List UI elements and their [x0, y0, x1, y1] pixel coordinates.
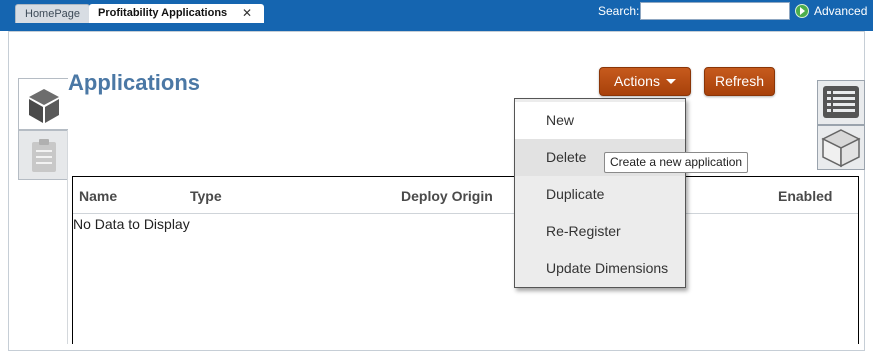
menu-item-new[interactable]: New	[515, 102, 685, 139]
column-header-deploy-origin[interactable]: Deploy Origin	[401, 188, 493, 204]
actions-menu: New Delete Duplicate Re-Register Update …	[514, 98, 686, 288]
outline-cube-icon	[821, 129, 861, 168]
refresh-button[interactable]: Refresh	[704, 67, 775, 96]
tab-label: Profitability Applications	[98, 7, 228, 19]
tooltip: Create a new application	[604, 152, 749, 173]
list-view-tab[interactable]	[817, 80, 865, 125]
search-input[interactable]	[640, 2, 790, 20]
actions-button[interactable]: Actions	[599, 67, 691, 96]
model-view-tab[interactable]	[817, 125, 865, 170]
menu-item-update-dimensions[interactable]: Update Dimensions	[515, 250, 685, 287]
chevron-down-icon	[665, 79, 676, 84]
go-arrow-icon[interactable]	[795, 4, 809, 18]
side-tab-applications[interactable]	[18, 78, 68, 130]
empty-table-message: No Data to Display	[73, 216, 190, 232]
column-header-name[interactable]: Name	[79, 188, 117, 204]
table-header: Name Type Deploy Origin Enabled	[73, 177, 858, 214]
page-title: Applications	[68, 70, 201, 95]
top-bar: HomePage Profitability Applications ✕ Se…	[0, 0, 873, 23]
advanced-search-link[interactable]: Advanced	[814, 4, 867, 18]
applications-table: Name Type Deploy Origin Enabled No Data …	[72, 176, 859, 344]
close-tab-icon[interactable]: ✕	[242, 4, 252, 23]
clipboard-icon	[32, 139, 56, 172]
search-label: Search:	[598, 4, 640, 18]
header-strip	[0, 23, 873, 31]
column-header-enabled[interactable]: Enabled	[778, 188, 832, 204]
list-view-icon	[823, 86, 859, 118]
actions-label: Actions	[614, 73, 660, 89]
left-divider	[67, 130, 68, 344]
menu-item-duplicate[interactable]: Duplicate	[515, 176, 685, 213]
column-header-type[interactable]: Type	[190, 188, 222, 204]
side-tab-tasks[interactable]	[18, 130, 68, 180]
tab-profitability-applications[interactable]: Profitability Applications ✕	[89, 4, 264, 23]
tab-homepage[interactable]: HomePage	[15, 4, 91, 23]
cube-icon	[29, 89, 59, 123]
menu-item-re-register[interactable]: Re-Register	[515, 213, 685, 250]
